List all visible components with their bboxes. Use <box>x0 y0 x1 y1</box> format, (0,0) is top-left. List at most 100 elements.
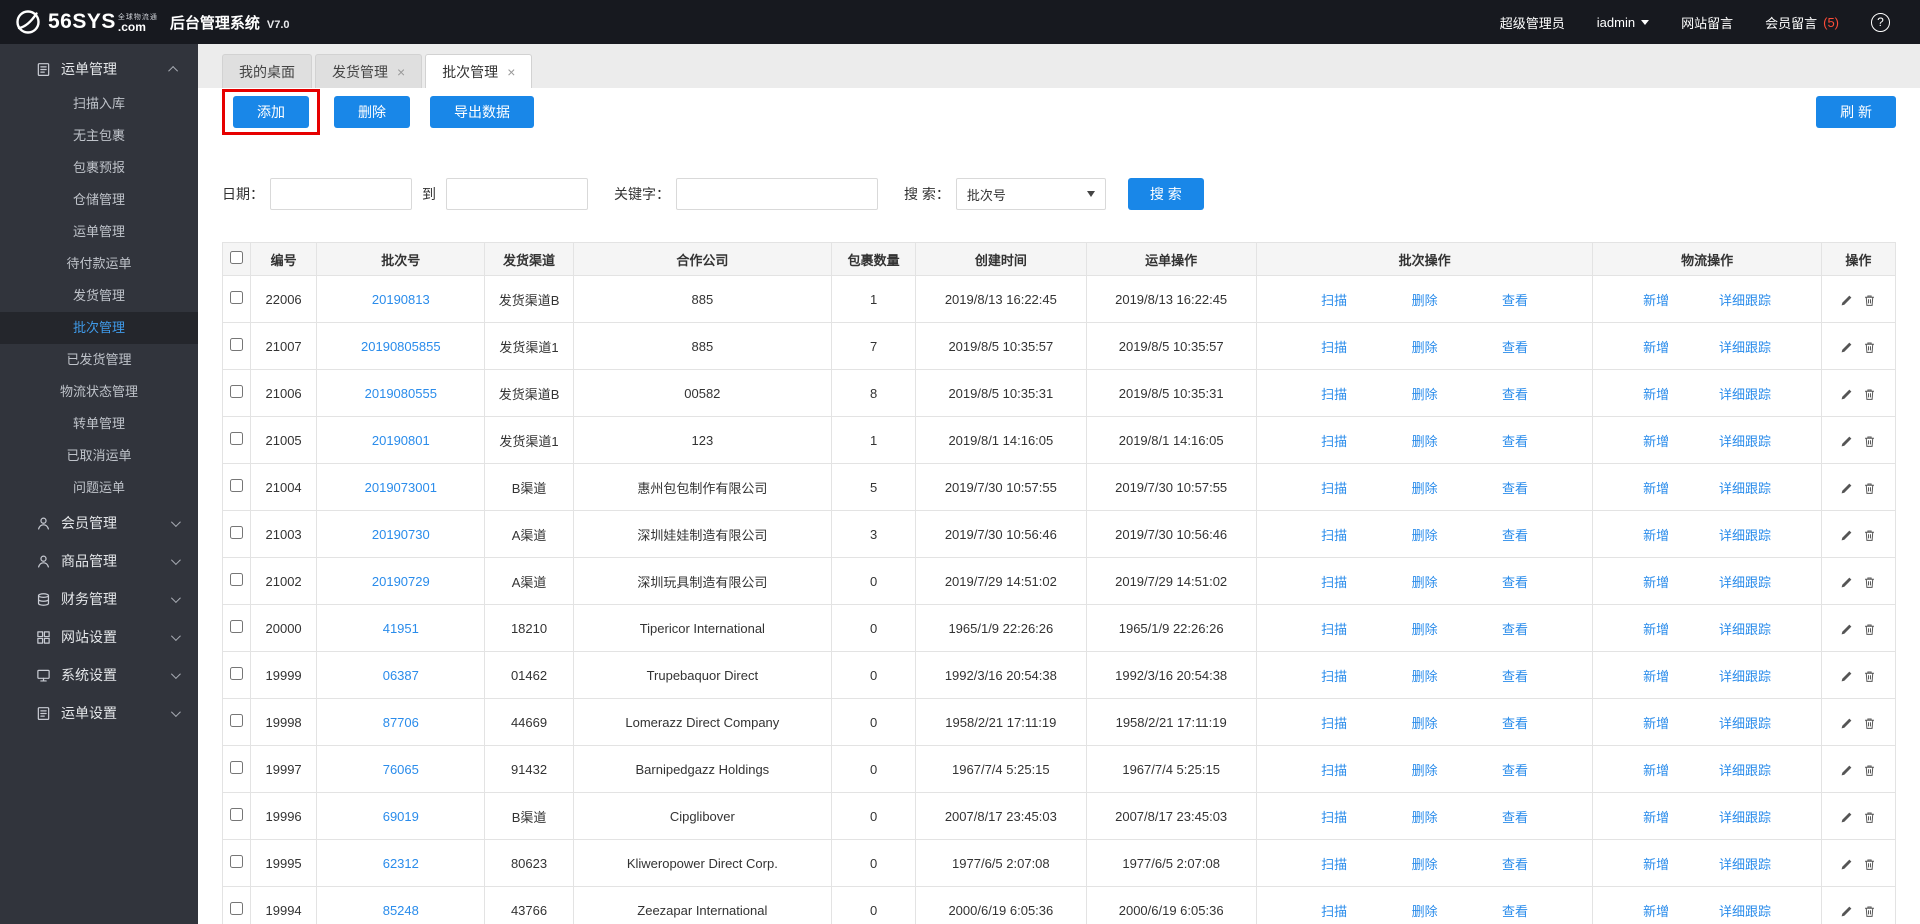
batch-link[interactable]: 20190805855 <box>361 339 441 354</box>
row-op-link[interactable]: 删除 <box>1412 807 1438 826</box>
sidebar-item[interactable]: 物流状态管理 <box>0 376 198 408</box>
row-checkbox[interactable] <box>230 620 243 633</box>
sidebar-group[interactable]: 运单设置 <box>0 694 198 732</box>
row-checkbox[interactable] <box>230 479 243 492</box>
row-op-link[interactable]: 新增 <box>1643 713 1669 732</box>
row-op-link[interactable]: 详细跟踪 <box>1719 478 1771 497</box>
edit-icon[interactable] <box>1840 341 1853 354</box>
row-checkbox[interactable] <box>230 432 243 445</box>
date-to-input[interactable] <box>446 178 588 210</box>
row-op-link[interactable]: 查看 <box>1502 290 1528 309</box>
sidebar-group[interactable]: 系统设置 <box>0 656 198 694</box>
sidebar-group[interactable]: 商品管理 <box>0 542 198 580</box>
batch-link[interactable]: 76065 <box>383 762 419 777</box>
row-op-link[interactable]: 新增 <box>1643 760 1669 779</box>
sidebar-item[interactable]: 已取消运单 <box>0 440 198 472</box>
trash-icon[interactable] <box>1863 576 1876 589</box>
row-op-link[interactable]: 查看 <box>1502 807 1528 826</box>
row-op-link[interactable]: 删除 <box>1412 713 1438 732</box>
edit-icon[interactable] <box>1840 905 1853 918</box>
row-checkbox[interactable] <box>230 385 243 398</box>
trash-icon[interactable] <box>1863 670 1876 683</box>
row-op-link[interactable]: 新增 <box>1643 525 1669 544</box>
row-op-link[interactable]: 扫描 <box>1321 760 1347 779</box>
row-checkbox[interactable] <box>230 291 243 304</box>
row-op-link[interactable]: 删除 <box>1412 384 1438 403</box>
tab[interactable]: 我的桌面 <box>222 54 312 88</box>
row-op-link[interactable]: 扫描 <box>1321 384 1347 403</box>
row-op-link[interactable]: 查看 <box>1502 478 1528 497</box>
row-op-link[interactable]: 详细跟踪 <box>1719 901 1771 920</box>
row-op-link[interactable]: 详细跟踪 <box>1719 760 1771 779</box>
row-op-link[interactable]: 详细跟踪 <box>1719 666 1771 685</box>
row-op-link[interactable]: 扫描 <box>1321 619 1347 638</box>
row-op-link[interactable]: 查看 <box>1502 525 1528 544</box>
batch-link[interactable]: 2019080555 <box>365 386 437 401</box>
row-op-link[interactable]: 删除 <box>1412 666 1438 685</box>
row-op-link[interactable]: 删除 <box>1412 290 1438 309</box>
batch-link[interactable]: 87706 <box>383 715 419 730</box>
delete-button[interactable]: 删除 <box>334 96 410 128</box>
row-op-link[interactable]: 扫描 <box>1321 572 1347 591</box>
batch-link[interactable]: 06387 <box>383 668 419 683</box>
search-type-select[interactable]: 批次号 <box>956 178 1106 210</box>
site-messages-link[interactable]: 网站留言 <box>1681 13 1733 32</box>
trash-icon[interactable] <box>1863 623 1876 636</box>
row-op-link[interactable]: 新增 <box>1643 431 1669 450</box>
row-op-link[interactable]: 详细跟踪 <box>1719 854 1771 873</box>
row-op-link[interactable]: 扫描 <box>1321 290 1347 309</box>
batch-link[interactable]: 62312 <box>383 856 419 871</box>
row-op-link[interactable]: 新增 <box>1643 572 1669 591</box>
row-checkbox[interactable] <box>230 761 243 774</box>
user-menu[interactable]: iadmin <box>1597 15 1649 30</box>
edit-icon[interactable] <box>1840 529 1853 542</box>
row-op-link[interactable]: 详细跟踪 <box>1719 713 1771 732</box>
row-op-link[interactable]: 扫描 <box>1321 478 1347 497</box>
edit-icon[interactable] <box>1840 294 1853 307</box>
row-op-link[interactable]: 新增 <box>1643 384 1669 403</box>
edit-icon[interactable] <box>1840 482 1853 495</box>
trash-icon[interactable] <box>1863 764 1876 777</box>
close-icon[interactable]: × <box>507 65 515 79</box>
sidebar-group[interactable]: 运单管理 <box>0 50 198 88</box>
sidebar-item[interactable]: 待付款运单 <box>0 248 198 280</box>
sidebar-item[interactable]: 包裹预报 <box>0 152 198 184</box>
row-op-link[interactable]: 查看 <box>1502 431 1528 450</box>
sidebar-item[interactable]: 运单管理 <box>0 216 198 248</box>
row-op-link[interactable]: 详细跟踪 <box>1719 337 1771 356</box>
batch-link[interactable]: 69019 <box>383 809 419 824</box>
edit-icon[interactable] <box>1840 623 1853 636</box>
row-checkbox[interactable] <box>230 902 243 915</box>
trash-icon[interactable] <box>1863 529 1876 542</box>
trash-icon[interactable] <box>1863 482 1876 495</box>
row-checkbox[interactable] <box>230 714 243 727</box>
sidebar-item[interactable]: 已发货管理 <box>0 344 198 376</box>
edit-icon[interactable] <box>1840 764 1853 777</box>
trash-icon[interactable] <box>1863 905 1876 918</box>
add-button[interactable]: 添加 <box>233 96 309 128</box>
member-messages-link[interactable]: 会员留言 (5) <box>1765 13 1839 32</box>
row-op-link[interactable]: 删除 <box>1412 525 1438 544</box>
row-op-link[interactable]: 查看 <box>1502 854 1528 873</box>
row-op-link[interactable]: 查看 <box>1502 384 1528 403</box>
batch-link[interactable]: 20190813 <box>372 292 430 307</box>
row-checkbox[interactable] <box>230 526 243 539</box>
row-op-link[interactable]: 新增 <box>1643 337 1669 356</box>
sidebar-item[interactable]: 仓储管理 <box>0 184 198 216</box>
sidebar-item[interactable]: 扫描入库 <box>0 88 198 120</box>
row-op-link[interactable]: 查看 <box>1502 619 1528 638</box>
row-op-link[interactable]: 删除 <box>1412 901 1438 920</box>
sidebar-item[interactable]: 发货管理 <box>0 280 198 312</box>
batch-link[interactable]: 20190729 <box>372 574 430 589</box>
row-op-link[interactable]: 删除 <box>1412 431 1438 450</box>
edit-icon[interactable] <box>1840 576 1853 589</box>
row-op-link[interactable]: 新增 <box>1643 619 1669 638</box>
row-op-link[interactable]: 扫描 <box>1321 713 1347 732</box>
export-button[interactable]: 导出数据 <box>430 96 534 128</box>
row-checkbox[interactable] <box>230 667 243 680</box>
sidebar-group[interactable]: 网站设置 <box>0 618 198 656</box>
row-op-link[interactable]: 新增 <box>1643 290 1669 309</box>
row-op-link[interactable]: 详细跟踪 <box>1719 619 1771 638</box>
tab[interactable]: 批次管理× <box>425 54 532 88</box>
close-icon[interactable]: × <box>397 65 405 79</box>
